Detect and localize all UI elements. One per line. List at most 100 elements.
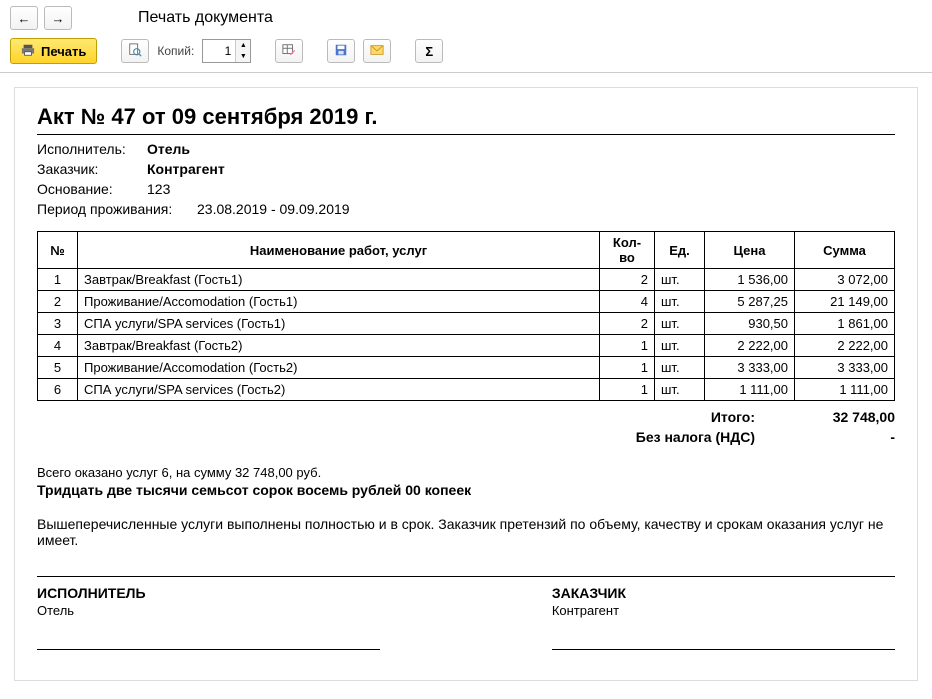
- customer-role: ЗАКАЗЧИК: [552, 585, 895, 601]
- arrow-right-icon: →: [52, 11, 65, 26]
- email-button[interactable]: [363, 39, 391, 63]
- summary-words: Тридцать две тысячи семьсот сорок восемь…: [37, 482, 895, 498]
- customer-signature: ЗАКАЗЧИК Контрагент: [552, 585, 895, 650]
- table-row: 3СПА услуги/SPA services (Гость1)2шт.930…: [38, 313, 895, 335]
- totals-block: Итого: 32 748,00 Без налога (НДС) -: [37, 407, 895, 447]
- services-table: № Наименование работ, услуг Кол-во Ед. Ц…: [37, 231, 895, 401]
- top-row: ← → Печать документа: [0, 0, 932, 34]
- arrow-left-icon: ←: [18, 11, 31, 26]
- period-value: 23.08.2019 - 09.09.2019: [197, 201, 350, 217]
- sigma-icon: Σ: [425, 44, 433, 59]
- cell-price: 5 287,25: [705, 291, 795, 313]
- total-label: Итого:: [711, 409, 755, 425]
- cell-num: 1: [38, 269, 78, 291]
- copies-label: Копий:: [157, 44, 194, 58]
- col-qty: Кол-во: [600, 232, 655, 269]
- act-heading: Акт № 47 от 09 сентября 2019 г.: [37, 104, 895, 135]
- cell-name: Завтрак/Breakfast (Гость2): [78, 335, 600, 357]
- customer-value: Контрагент: [147, 161, 225, 177]
- basis-label: Основание:: [37, 181, 147, 197]
- col-sum: Сумма: [795, 232, 895, 269]
- cell-unit: шт.: [655, 379, 705, 401]
- cell-name: Завтрак/Breakfast (Гость1): [78, 269, 600, 291]
- cell-sum: 1 861,00: [795, 313, 895, 335]
- cell-unit: шт.: [655, 269, 705, 291]
- customer-sign-line: [552, 624, 895, 650]
- cell-name: Проживание/Accomodation (Гость2): [78, 357, 600, 379]
- cell-qty: 4: [600, 291, 655, 313]
- basis-value: 123: [147, 181, 170, 197]
- table-pencil-icon: [282, 43, 296, 60]
- print-toolbar: Печать Копий: ▲ ▼ Σ: [0, 34, 932, 72]
- cell-name: СПА услуги/SPA services (Гость1): [78, 313, 600, 335]
- col-name: Наименование работ, услуг: [78, 232, 600, 269]
- cell-sum: 1 111,00: [795, 379, 895, 401]
- envelope-icon: [370, 43, 384, 60]
- customer-name: Контрагент: [552, 603, 895, 618]
- cell-sum: 21 149,00: [795, 291, 895, 313]
- summary-block: Всего оказано услуг 6, на сумму 32 748,0…: [37, 465, 895, 498]
- cell-num: 6: [38, 379, 78, 401]
- table-row: 6СПА услуги/SPA services (Гость2)1шт.1 1…: [38, 379, 895, 401]
- copies-stepper[interactable]: ▲ ▼: [202, 39, 251, 63]
- nav-back-button[interactable]: ←: [10, 6, 38, 30]
- cell-unit: шт.: [655, 313, 705, 335]
- nav-forward-button[interactable]: →: [44, 6, 72, 30]
- act-meta: Исполнитель: Отель Заказчик: Контрагент …: [37, 141, 895, 217]
- print-button[interactable]: Печать: [10, 38, 97, 64]
- cell-unit: шт.: [655, 335, 705, 357]
- cell-name: СПА услуги/SPA services (Гость2): [78, 379, 600, 401]
- col-price: Цена: [705, 232, 795, 269]
- tax-label: Без налога (НДС): [636, 429, 755, 445]
- cell-sum: 2 222,00: [795, 335, 895, 357]
- cell-price: 2 222,00: [705, 335, 795, 357]
- tax-value: -: [795, 429, 895, 445]
- save-button[interactable]: [327, 39, 355, 63]
- table-row: 1Завтрак/Breakfast (Гость1)2шт.1 536,003…: [38, 269, 895, 291]
- table-row: 4Завтрак/Breakfast (Гость2)1шт.2 222,002…: [38, 335, 895, 357]
- cell-price: 3 333,00: [705, 357, 795, 379]
- window-title: Печать документа: [138, 9, 273, 27]
- edit-table-button[interactable]: [275, 39, 303, 63]
- cell-price: 1 536,00: [705, 269, 795, 291]
- col-num: №: [38, 232, 78, 269]
- table-row: 5Проживание/Accomodation (Гость2)1шт.3 3…: [38, 357, 895, 379]
- cell-price: 1 111,00: [705, 379, 795, 401]
- cell-price: 930,50: [705, 313, 795, 335]
- cell-qty: 2: [600, 313, 655, 335]
- magnifier-document-icon: [128, 43, 142, 60]
- floppy-icon: [334, 43, 348, 60]
- cell-unit: шт.: [655, 357, 705, 379]
- cell-sum: 3 333,00: [795, 357, 895, 379]
- cell-qty: 2: [600, 269, 655, 291]
- cell-qty: 1: [600, 357, 655, 379]
- cell-num: 5: [38, 357, 78, 379]
- copies-up[interactable]: ▲: [236, 40, 250, 51]
- sum-button[interactable]: Σ: [415, 39, 443, 63]
- col-unit: Ед.: [655, 232, 705, 269]
- cell-num: 2: [38, 291, 78, 313]
- executor-value: Отель: [147, 141, 190, 157]
- note-text: Вышеперечисленные услуги выполнены полно…: [37, 516, 895, 548]
- cell-sum: 3 072,00: [795, 269, 895, 291]
- preview-button[interactable]: [121, 39, 149, 63]
- table-row: 2Проживание/Accomodation (Гость1)4шт.5 2…: [38, 291, 895, 313]
- executor-label: Исполнитель:: [37, 141, 147, 157]
- copies-down[interactable]: ▼: [236, 51, 250, 62]
- cell-name: Проживание/Accomodation (Гость1): [78, 291, 600, 313]
- printer-icon: [21, 43, 35, 60]
- cell-qty: 1: [600, 379, 655, 401]
- act-document: Акт № 47 от 09 сентября 2019 г. Исполнит…: [14, 87, 918, 681]
- cell-unit: шт.: [655, 291, 705, 313]
- executor-role: ИСПОЛНИТЕЛЬ: [37, 585, 380, 601]
- executor-sign-line: [37, 624, 380, 650]
- document-area: Акт № 47 от 09 сентября 2019 г. Исполнит…: [0, 72, 932, 695]
- cell-qty: 1: [600, 335, 655, 357]
- print-button-label: Печать: [41, 44, 86, 59]
- executor-name: Отель: [37, 603, 380, 618]
- executor-signature: ИСПОЛНИТЕЛЬ Отель: [37, 585, 380, 650]
- cell-num: 4: [38, 335, 78, 357]
- copies-input[interactable]: [203, 44, 235, 58]
- summary-line: Всего оказано услуг 6, на сумму 32 748,0…: [37, 465, 895, 480]
- signatures: ИСПОЛНИТЕЛЬ Отель ЗАКАЗЧИК Контрагент: [37, 576, 895, 650]
